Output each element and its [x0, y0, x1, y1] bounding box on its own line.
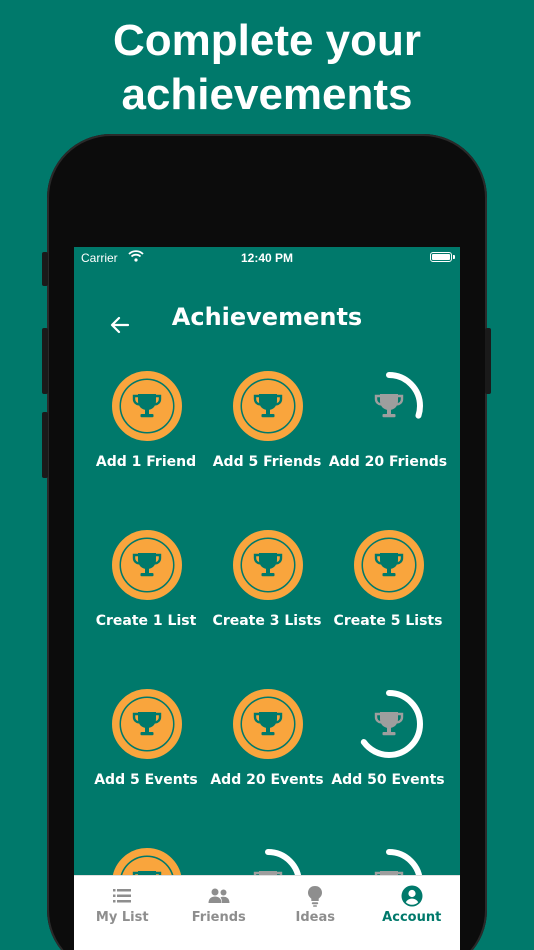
achievement-label: Create 3 Lists [212, 613, 322, 629]
people-icon [208, 888, 230, 903]
achievement-ring [233, 530, 303, 600]
achievement-progress-ring [355, 690, 423, 758]
achievement-ring [112, 689, 182, 759]
home-indicator-area [74, 935, 460, 950]
achievement-label: Add 20 Friends [328, 454, 448, 470]
tab-label: My List [95, 910, 149, 925]
achievement-label: Add 50 Events [331, 772, 445, 788]
achievement-ring [354, 530, 424, 600]
phone-volume-down [42, 412, 48, 478]
tab-my-list[interactable]: My List [74, 876, 171, 935]
achievement-label: Create 5 Lists [333, 613, 443, 629]
app-screen: Carrier 12:40 PM Achievements Add 1 Frie… [74, 247, 460, 950]
list-icon [113, 889, 132, 903]
tab-account[interactable]: Account [364, 876, 461, 935]
achievement-progress-ring [355, 372, 423, 440]
tab-label: Account [382, 910, 442, 925]
achievement-label: Create 1 List [95, 613, 197, 629]
tab-label: Friends [191, 910, 246, 925]
achievement-ring [112, 371, 182, 441]
battery-icon [430, 252, 455, 262]
phone-mute-switch [42, 252, 48, 286]
page-title: Achievements [171, 303, 363, 331]
achievement-label: Add 1 Friend [95, 454, 197, 470]
achievement-ring [233, 689, 303, 759]
trophy-icon [374, 712, 404, 736]
trophy-icon [374, 394, 404, 418]
promo-headline: Complete your achievements [0, 14, 534, 122]
tab-label: Ideas [295, 910, 335, 925]
promo-headline-line2: achievements [121, 70, 413, 119]
promo-headline-line1: Complete your [112, 16, 422, 65]
achievement-ring [233, 371, 303, 441]
status-bar: Carrier 12:40 PM [74, 247, 460, 269]
lightbulb-icon [308, 886, 323, 907]
tab-ideas[interactable]: Ideas [267, 876, 364, 935]
achievement-label: Add 5 Events [94, 772, 198, 788]
achievement-label: Add 20 Events [210, 772, 324, 788]
tab-friends[interactable]: Friends [171, 876, 268, 935]
phone-power-button [485, 328, 491, 394]
phone-volume-up [42, 328, 48, 394]
bottom-tab-bar: My List Friends Ideas Account [74, 875, 460, 935]
achievement-label: Add 5 Friends [212, 454, 322, 470]
account-circle-icon [401, 885, 423, 907]
achievement-ring [112, 530, 182, 600]
status-time: 12:40 PM [240, 251, 294, 265]
